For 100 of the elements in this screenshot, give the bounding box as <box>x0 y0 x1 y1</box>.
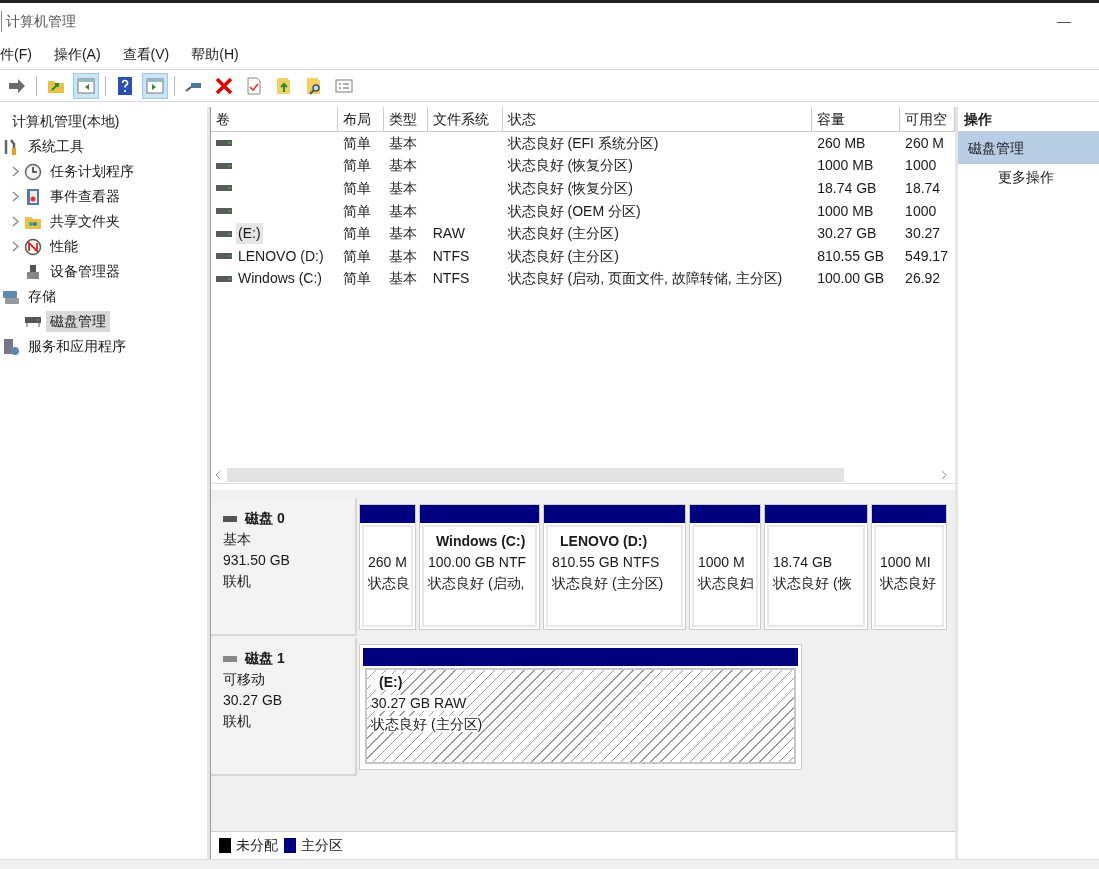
tree-item[interactable]: 共享文件夹 <box>46 211 124 232</box>
table-cell: 简单 <box>342 247 371 264</box>
table-cell[interactable]: LENOVO (D:) <box>236 245 326 267</box>
tree-item[interactable]: 计算机管理(本地) <box>8 111 124 132</box>
table-cell[interactable]: Windows (C:) <box>236 268 324 290</box>
column-header[interactable]: 卷 <box>211 107 338 131</box>
disk-drive-icon <box>24 316 42 327</box>
column-header[interactable]: 可用空 <box>900 107 955 131</box>
tree-item[interactable]: 磁盘管理 <box>46 311 110 332</box>
legend-label: 未分配 <box>236 836 278 855</box>
drive-icon <box>216 161 232 170</box>
scrollbar-thumb[interactable] <box>227 467 844 482</box>
performance-icon <box>24 237 42 256</box>
table-cell: 1000 MB <box>817 157 874 174</box>
partition-block[interactable]: 1000 M 状态良妇 <box>689 504 761 630</box>
window-title: 计算机管理 <box>1 11 76 32</box>
table-cell: 基本 <box>388 270 417 287</box>
drive-icon <box>216 207 232 216</box>
table-cell: 简单 <box>342 270 371 287</box>
table-cell: 状态良好 (OEM 分区) <box>507 202 641 219</box>
tree-item[interactable]: 系统工具 <box>24 136 88 157</box>
drive-icon <box>216 139 232 148</box>
tree-item[interactable]: 设备管理器 <box>46 261 124 282</box>
partition-block[interactable]: LENOVO (D:) 810.55 GB NTFS 状态良好 (主分区) <box>543 504 686 630</box>
chevron-icon[interactable] <box>11 166 19 177</box>
menu-item[interactable]: 件(F) <box>0 44 32 65</box>
chevron-icon[interactable] <box>11 241 19 252</box>
services-icon <box>2 337 20 356</box>
table-cell: 1000 <box>905 202 937 219</box>
table-cell: 状态良好 (主分区) <box>507 247 619 264</box>
column-header[interactable]: 容量 <box>812 107 901 131</box>
panel-icon[interactable] <box>145 75 165 96</box>
partition-size: 1000 MI <box>880 554 931 570</box>
table-cell: 18.74 GB <box>817 180 877 196</box>
table-cell: 100.00 GB <box>817 270 885 287</box>
action-link[interactable]: 更多操作 <box>998 166 1054 188</box>
minimize-button[interactable]: — <box>1057 11 1071 32</box>
table-cell: 基本 <box>388 202 417 219</box>
partition-size: 810.55 GB NTFS <box>552 554 660 570</box>
table-cell: 549.17 <box>905 247 948 264</box>
table-cell: 基本 <box>388 247 417 264</box>
column-header[interactable]: 文件系统 <box>427 107 503 131</box>
table-cell: RAW <box>432 225 465 242</box>
menu-item[interactable]: 操作(A) <box>53 44 101 65</box>
partition-header-bar <box>360 505 415 523</box>
partition-block[interactable]: 1000 MI 状态良好 <box>871 504 947 630</box>
table-cell: NTFS <box>432 270 470 287</box>
partition-block[interactable]: 260 M 状态良 <box>359 504 416 630</box>
table-cell[interactable]: (E:) <box>236 223 263 245</box>
table-cell: 简单 <box>342 134 371 151</box>
drive-icon <box>216 274 232 283</box>
table-cell: 1000 MB <box>817 202 874 219</box>
table-cell: 26.92 <box>905 270 941 287</box>
disk-size: 931.50 GB <box>223 552 290 568</box>
tree-item[interactable]: 性能 <box>46 236 82 257</box>
partition-status: 状态良 <box>368 575 410 591</box>
table-cell: 简单 <box>342 157 371 174</box>
partition-size: 260 M <box>368 554 407 570</box>
tree-item[interactable]: 存储 <box>24 286 60 307</box>
table-cell: 18.74 <box>905 180 941 196</box>
event-log-icon <box>24 187 42 206</box>
chevron-icon[interactable] <box>11 191 19 202</box>
disk-size: 30.27 GB <box>223 692 283 708</box>
table-cell: 简单 <box>342 225 371 242</box>
table-cell: 状态良好 (启动, 页面文件, 故障转储, 主分区) <box>507 270 783 287</box>
table-cell: 状态良好 (EFI 系统分区) <box>507 134 659 151</box>
disk-status: 联机 <box>223 713 251 729</box>
disk-status: 联机 <box>223 573 251 589</box>
clock-icon <box>24 162 42 181</box>
table-cell: 基本 <box>388 180 417 196</box>
partition-block[interactable]: Windows (C:) 100.00 GB NTF 状态良好 (启动, <box>419 504 540 630</box>
document-check-icon[interactable] <box>244 75 264 96</box>
tree-item[interactable]: 任务计划程序 <box>46 161 138 182</box>
delete-icon[interactable] <box>214 75 234 96</box>
drive-icon <box>216 229 232 238</box>
panel-icon[interactable] <box>76 75 96 96</box>
legend-label: 主分区 <box>301 836 343 855</box>
help-icon[interactable] <box>115 75 135 96</box>
chevron-icon[interactable] <box>11 216 19 227</box>
disk-type: 可移动 <box>223 671 265 687</box>
tree-item[interactable]: 服务和应用程序 <box>24 336 130 357</box>
drive-icon <box>216 252 232 261</box>
column-header[interactable]: 类型 <box>383 107 428 131</box>
table-cell: 状态良好 (恢复分区) <box>507 157 633 174</box>
table-cell: 260 M <box>905 134 944 151</box>
tree-item[interactable]: 事件查看器 <box>46 186 124 207</box>
partition-status: 状态良好 <box>880 575 936 591</box>
table-cell: 基本 <box>388 134 417 151</box>
column-header[interactable]: 布局 <box>337 107 384 131</box>
table-cell: 810.55 GB <box>817 247 885 264</box>
partition-block[interactable]: (E:) 30.27 GB RAW 状态良好 (主分区) <box>359 644 802 770</box>
menu-item[interactable]: 查看(V) <box>122 44 170 65</box>
partition-block[interactable]: 18.74 GB 状态良好 (恢 <box>764 504 868 630</box>
table-cell: NTFS <box>432 247 470 264</box>
partition-status: 状态良好 (主分区) <box>552 575 664 591</box>
menu-item[interactable]: 帮助(H) <box>191 44 239 65</box>
actions-section[interactable]: 磁盘管理 <box>958 132 1099 164</box>
column-header[interactable]: 状态 <box>502 107 813 131</box>
partition-size: 1000 M <box>698 554 745 570</box>
table-cell: 状态良好 (主分区) <box>507 225 619 242</box>
